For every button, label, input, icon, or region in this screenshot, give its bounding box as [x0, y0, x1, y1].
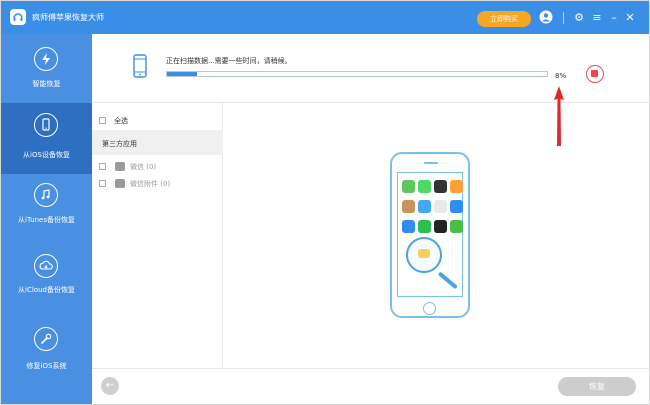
notes-app-icon: [418, 249, 430, 258]
skype-app-icon: [402, 220, 415, 233]
sidebar-item-label: 智能恢复: [32, 80, 61, 88]
main-panel: 正在扫描数据...需要一些时间，请稍候。 8% 全选 第三方应用 微信 (0): [92, 34, 649, 404]
tree-item-label: 微信 (0): [130, 163, 157, 171]
scan-status-text: 正在扫描数据...需要一些时间，请稍候。: [166, 57, 292, 65]
scan-status-area: 正在扫描数据...需要一些时间，请稍候。 8%: [92, 34, 649, 103]
tree-item-checkbox[interactable]: [99, 180, 106, 187]
recover-button[interactable]: 恢复: [558, 377, 636, 396]
buy-now-button[interactable]: 立即购买: [477, 11, 531, 27]
phone-app-icon: [418, 180, 431, 193]
contacts-app-icon: [402, 200, 415, 213]
magnifier-handle: [437, 271, 458, 290]
titlebar-divider: [563, 12, 564, 24]
itunes-icon: [34, 183, 58, 207]
menu-icon[interactable]: ≡: [589, 10, 605, 26]
wechat-app-icon: [450, 220, 463, 233]
preview-area: [223, 103, 649, 368]
phone-screen: [397, 172, 463, 297]
message-icon: [115, 162, 125, 171]
phone-home-button: [423, 302, 436, 315]
app-window: 疯师傅苹果恢复大师 立即购买 ⚙ ≡ – ✕ 智能恢复 从iOS设备恢复 从iT…: [0, 0, 650, 405]
close-icon[interactable]: ✕: [622, 10, 638, 26]
sidebar-item-itunes-backup[interactable]: 从iTunes备份恢复: [1, 174, 92, 248]
repair-wrench-icon: [34, 327, 58, 351]
messages-app-icon: [402, 180, 415, 193]
photos-app-icon: [450, 180, 463, 193]
stop-scan-button[interactable]: [586, 65, 604, 83]
select-all-label: 全选: [114, 117, 128, 125]
scan-progress-fill: [167, 72, 198, 76]
whatsapp-app-icon: [418, 220, 431, 233]
phone-icon: [133, 54, 147, 78]
phone-speaker: [424, 162, 438, 164]
minimize-icon[interactable]: –: [606, 10, 622, 26]
smart-recover-icon: [34, 47, 58, 71]
select-all-checkbox[interactable]: [99, 117, 106, 124]
tree-item-wechat[interactable]: 微信 (0): [92, 158, 223, 175]
sidebar-item-label: 从iOS设备恢复: [23, 151, 70, 159]
sidebar-item-label: 从iCloud备份恢复: [18, 286, 75, 294]
clapper-app-icon: [434, 180, 447, 193]
ios-device-icon: [34, 113, 58, 137]
tree-item-checkbox[interactable]: [99, 163, 106, 170]
category-tree: 全选 第三方应用 微信 (0) 微信附件 (0): [92, 103, 223, 368]
sidebar-item-icloud-backup[interactable]: 从iCloud备份恢复: [1, 248, 92, 325]
window-title: 疯师傅苹果恢复大师: [32, 13, 104, 22]
tree-group-header[interactable]: 第三方应用: [92, 130, 223, 155]
sidebar: 智能恢复 从iOS设备恢复 从iTunes备份恢复 从iCloud备份恢复 修复…: [1, 34, 92, 404]
appstore-app-icon: [418, 200, 431, 213]
tree-item-label: 微信附件 (0): [130, 180, 171, 188]
app-logo-icon: [10, 9, 26, 25]
sidebar-item-label: 从iTunes备份恢复: [18, 216, 75, 224]
icloud-icon: [34, 254, 58, 278]
footer-bar: ← 恢复: [92, 368, 649, 404]
scan-progress-bar: [166, 71, 548, 77]
calendar-app-icon: [434, 220, 447, 233]
sidebar-item-repair-ios[interactable]: 修复iOS系统: [1, 325, 92, 404]
safari-app-icon: [450, 200, 463, 213]
settings-gear-icon[interactable]: ⚙: [571, 10, 587, 26]
sidebar-item-smart-recover[interactable]: 智能恢复: [1, 34, 92, 103]
scan-progress-percent: 8%: [555, 72, 567, 80]
reminders-app-icon: [434, 200, 447, 213]
title-bar: 疯师傅苹果恢复大师 立即购买 ⚙ ≡ – ✕: [1, 1, 649, 34]
tree-item-wechat-attachments[interactable]: 微信附件 (0): [92, 175, 223, 192]
group-title: 第三方应用: [102, 140, 137, 148]
sidebar-item-label: 修复iOS系统: [26, 362, 67, 370]
phone-illustration: [390, 152, 470, 318]
user-icon[interactable]: [538, 10, 554, 26]
sidebar-item-ios-device[interactable]: 从iOS设备恢复: [1, 103, 92, 174]
message-icon: [115, 179, 125, 188]
back-arrow-icon[interactable]: ←: [101, 377, 119, 395]
